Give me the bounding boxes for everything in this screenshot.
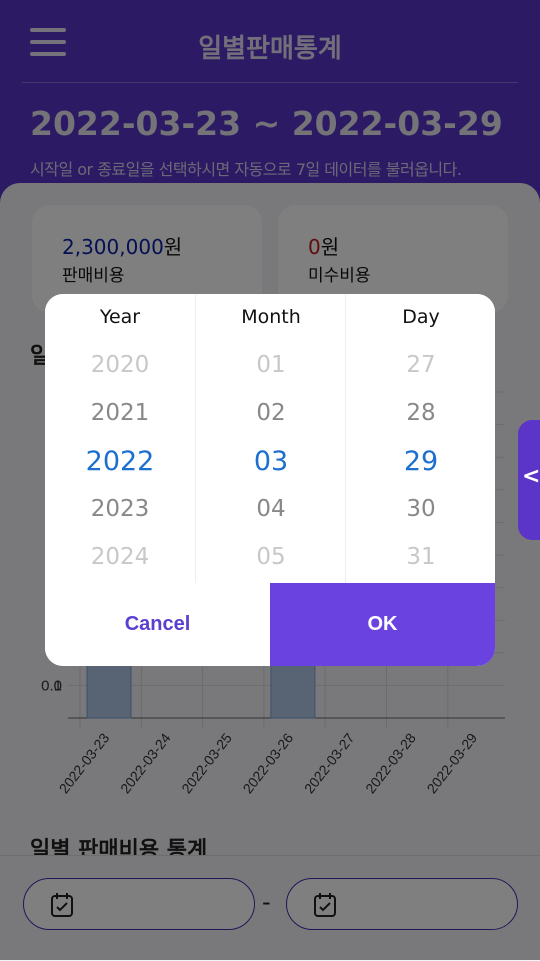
month-option[interactable]: 05 xyxy=(196,544,346,570)
day-option[interactable]: 28 xyxy=(346,400,495,426)
cancel-button[interactable]: Cancel xyxy=(45,583,270,666)
year-option[interactable]: 2023 xyxy=(45,496,195,522)
month-option[interactable]: 02 xyxy=(196,400,346,426)
day-option[interactable]: 30 xyxy=(346,496,495,522)
year-wheel[interactable]: Year 2020 2021 2022 2023 2024 xyxy=(45,294,195,583)
day-option-selected[interactable]: 29 xyxy=(346,446,495,477)
day-header: Day xyxy=(402,306,440,328)
date-picker-dialog: Year 2020 2021 2022 2023 2024 Month 01 0… xyxy=(45,294,495,666)
year-option-selected[interactable]: 2022 xyxy=(45,446,195,477)
year-option[interactable]: 2024 xyxy=(45,544,195,570)
month-header: Month xyxy=(241,306,301,328)
ok-button[interactable]: OK xyxy=(270,583,495,666)
month-option[interactable]: 04 xyxy=(196,496,346,522)
month-option[interactable]: 01 xyxy=(196,352,346,378)
month-wheel[interactable]: Month 01 02 03 04 05 xyxy=(195,294,346,583)
side-drawer-tab[interactable]: < xyxy=(518,420,540,540)
year-header: Year xyxy=(99,306,141,328)
day-option[interactable]: 31 xyxy=(346,544,495,570)
day-option[interactable]: 27 xyxy=(346,352,495,378)
year-option[interactable]: 2020 xyxy=(45,352,195,378)
chevron-left-icon: < xyxy=(522,464,540,489)
year-option[interactable]: 2021 xyxy=(45,400,195,426)
day-wheel[interactable]: Day 27 28 29 30 31 xyxy=(345,294,495,583)
month-option-selected[interactable]: 03 xyxy=(196,446,346,477)
